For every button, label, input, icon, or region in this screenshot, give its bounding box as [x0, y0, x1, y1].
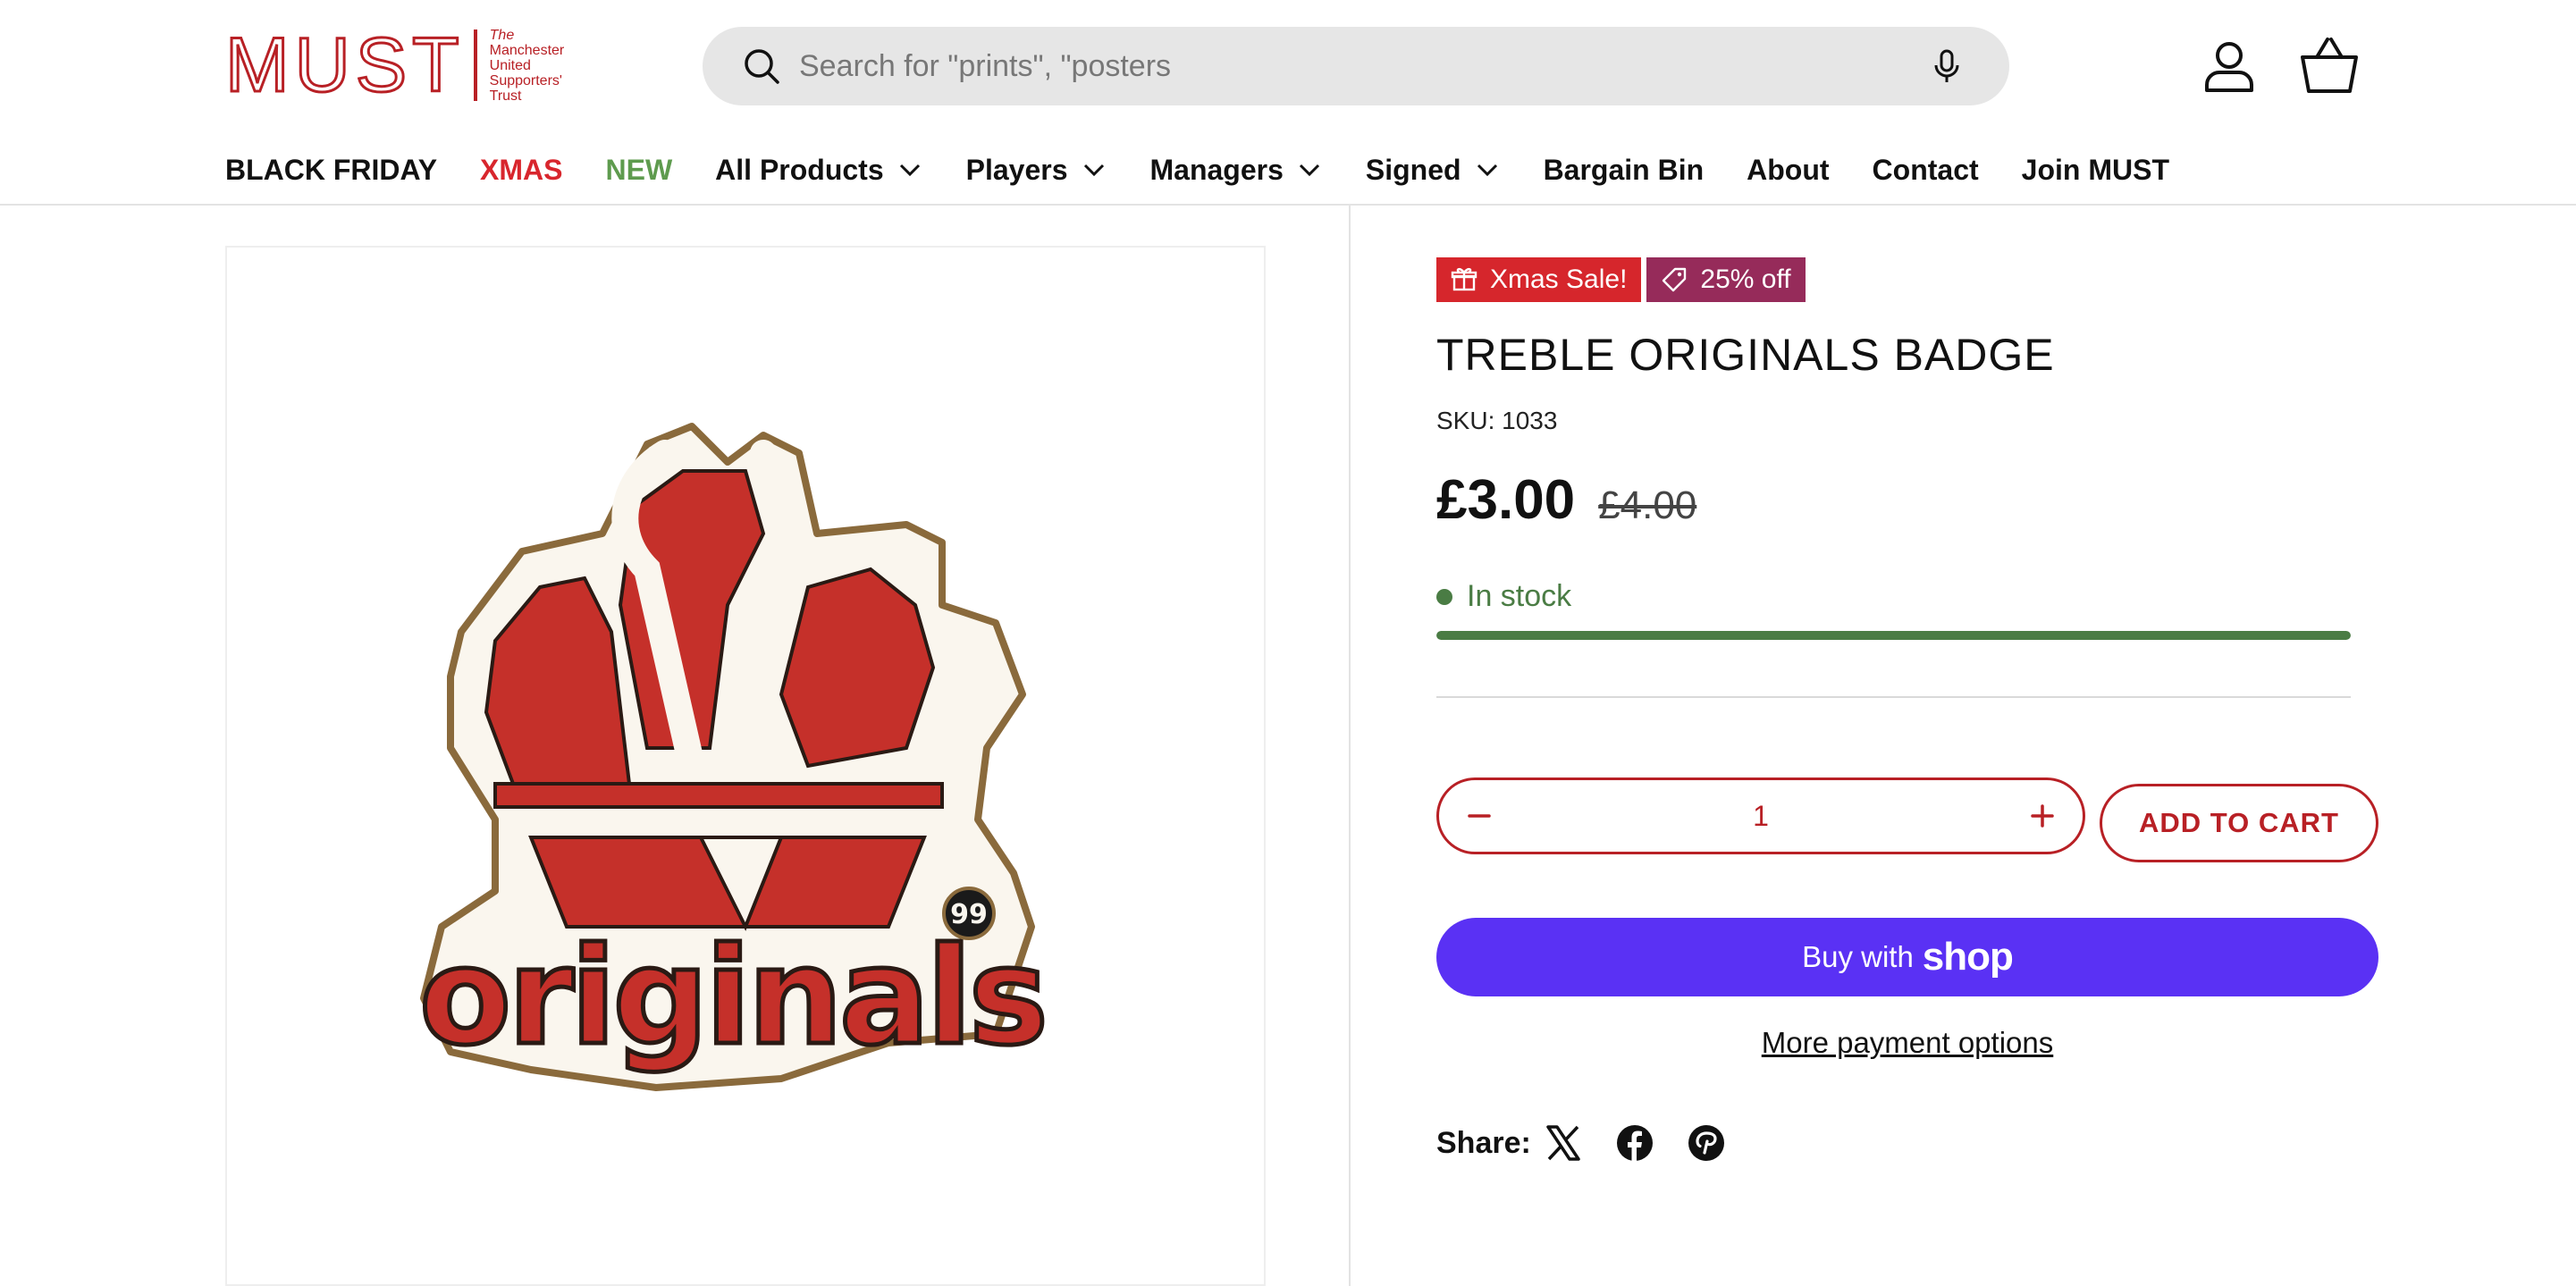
quantity-decrease-button[interactable] [1439, 780, 1520, 852]
more-payment-options-link[interactable]: More payment options [1436, 1026, 2378, 1060]
product-badges: Xmas Sale! 25% off [1436, 257, 1811, 302]
compare-at-price: £4.00 [1598, 483, 1697, 527]
search-icon[interactable] [742, 46, 781, 86]
buy-with-label: Buy with [1802, 940, 1914, 973]
product-sku: SKU: 1033 [1436, 407, 1558, 434]
nav-item-join-must[interactable]: Join MUST [2022, 154, 2169, 187]
nav-label: Players [965, 153, 1068, 186]
nav-item-black-friday[interactable]: BLACK FRIDAY [225, 154, 437, 187]
badge-99-roundel-text: 99 [950, 899, 988, 930]
logo-divider [473, 29, 477, 101]
cart-basket-icon[interactable] [2299, 36, 2360, 95]
minus-icon [1468, 814, 1491, 818]
logo-line: Trust [489, 88, 522, 104]
nav-item-xmas[interactable]: XMAS [480, 154, 562, 187]
stock-status: In stock [1436, 579, 1571, 614]
share-label: Share: [1436, 1125, 1531, 1160]
nav-item-contact[interactable]: Contact [1873, 154, 1979, 187]
stock-level-bar [1436, 631, 2351, 640]
quantity-input[interactable] [1520, 789, 2002, 843]
gift-icon [1451, 267, 1477, 291]
sale-price: £3.00 [1436, 469, 1576, 531]
chevron-down-icon [1083, 164, 1104, 177]
discount-text: 25% off [1700, 265, 1791, 294]
product-image-frame[interactable]: originals 99 [225, 246, 1266, 1286]
nav-item-new[interactable]: NEW [606, 154, 673, 187]
logo-wordmark: MUST [224, 22, 465, 108]
shop-pay-logo: shop [1922, 935, 2014, 979]
stock-level-fill [1436, 631, 2351, 640]
search-bar [703, 27, 2009, 105]
microphone-icon[interactable] [1927, 46, 1966, 86]
nav-label: About [1747, 153, 1830, 186]
pinterest-icon[interactable] [1687, 1123, 1726, 1163]
chevron-down-icon [899, 164, 920, 177]
product-price: £3.00 £4.00 [1436, 468, 1696, 532]
must-logo[interactable]: MUST The Manchester United Supporters' T… [224, 22, 565, 108]
nav-label: All Products [715, 153, 884, 186]
account-icon[interactable] [2201, 38, 2258, 95]
nav-item-managers[interactable]: Managers [1150, 154, 1323, 187]
badge-wordmark: originals [419, 920, 1045, 1075]
logo-line: Manchester [489, 42, 565, 58]
xmas-sale-text: Xmas Sale! [1490, 265, 1628, 294]
logo-line: Supporters' [489, 72, 562, 88]
chevron-down-icon [1477, 164, 1497, 177]
plus-icon [2031, 804, 2054, 828]
product-title: TREBLE ORIGINALS BADGE [1436, 330, 2055, 380]
nav-label: BLACK FRIDAY [225, 153, 438, 186]
nav-item-bargain-bin[interactable]: Bargain Bin [1544, 154, 1705, 187]
discount-badge: 25% off [1646, 257, 1806, 302]
nav-label: Managers [1149, 153, 1284, 186]
nav-item-all-products[interactable]: All Products [715, 154, 922, 187]
nav-label: Contact [1872, 153, 1979, 186]
quantity-increase-button[interactable] [2002, 780, 2083, 852]
column-divider [1349, 206, 1351, 1286]
add-to-cart-button[interactable]: ADD TO CART [2100, 784, 2378, 862]
price-tag-icon [1663, 267, 1687, 292]
stock-status-text: In stock [1467, 579, 1572, 613]
search-input[interactable] [799, 39, 1872, 93]
nav-label: XMAS [480, 153, 563, 186]
nav-label: Signed [1365, 153, 1461, 186]
nav-item-signed[interactable]: Signed [1366, 154, 1501, 187]
nav-item-about[interactable]: About [1747, 154, 1829, 187]
nav-label: Bargain Bin [1543, 153, 1705, 186]
section-divider [1436, 696, 2351, 698]
xmas-sale-badge: Xmas Sale! [1436, 257, 1642, 302]
treble-originals-badge-image: originals 99 [417, 423, 1050, 1091]
main-navigation: BLACK FRIDAY XMAS NEW All Products Playe… [225, 150, 2212, 189]
nav-item-players[interactable]: Players [966, 154, 1107, 187]
logo-subtitle: The Manchester United Supporters' Trust [490, 28, 565, 104]
share-bar: Share: [1436, 1123, 1758, 1163]
chevron-down-icon [1299, 164, 1319, 177]
site-header: MUST The Manchester United Supporters' T… [0, 0, 2576, 206]
logo-line: United [489, 57, 531, 73]
buy-with-shop-pay-button[interactable]: Buy with shop [1436, 918, 2378, 996]
quantity-stepper [1436, 777, 2085, 854]
nav-label: NEW [605, 153, 673, 186]
logo-line: The [489, 27, 515, 43]
x-twitter-icon[interactable] [1544, 1123, 1583, 1163]
nav-label: Join MUST [2021, 153, 2169, 186]
facebook-icon[interactable] [1615, 1123, 1654, 1163]
stock-indicator-dot [1436, 588, 1452, 605]
